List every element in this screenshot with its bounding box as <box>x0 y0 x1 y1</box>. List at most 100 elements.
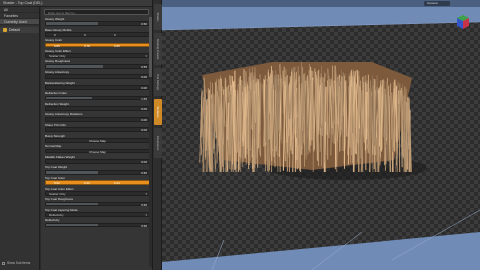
slider-fill <box>46 170 98 174</box>
tab-tool-settings-label: Tool Settings <box>156 73 160 91</box>
fur-patch <box>199 61 412 173</box>
slider-fill <box>46 202 98 206</box>
property-slider[interactable]: 0.00 <box>45 106 150 111</box>
3d-viewport[interactable]: Camera <box>162 0 480 270</box>
slider-value: 0.50 <box>141 202 147 207</box>
chevron-down-icon: ▾ <box>145 213 147 218</box>
property-slider[interactable]: 0.50 <box>45 169 150 175</box>
fur-strand <box>320 77 322 125</box>
tab-shader-label: Shader <box>156 12 160 22</box>
slider-value: 0.50 <box>141 22 147 27</box>
fur-strand <box>300 83 304 131</box>
property-label: Top Coat Roughness <box>45 197 74 202</box>
fur-strand <box>378 88 381 147</box>
property-row: Glossy Color Effect Scatter Only ▾ <box>41 49 152 60</box>
property-row: Normal Map Choose Map <box>41 144 152 155</box>
property-row: Bump Strength Choose Map <box>41 134 152 145</box>
property-slider[interactable]: 0.00 <box>45 159 150 164</box>
color-channel-value: 0.85 <box>54 43 60 48</box>
checkbox-icon[interactable] <box>2 261 5 265</box>
color-channel-value: 0.24 <box>114 181 120 186</box>
property-slider[interactable]: 0.50 <box>45 21 150 26</box>
tristate-value: 0 <box>54 33 56 37</box>
property-row: Refraction Index 1.55 <box>41 91 152 102</box>
fur-strand <box>344 90 346 169</box>
slider-fill <box>46 96 93 100</box>
window-title-bar: Shader - Top Coat (DEL) <box>0 0 152 7</box>
color-channel-value: 0.43 <box>84 181 90 186</box>
property-slider[interactable]: 0.00 <box>45 74 150 79</box>
fur-strand <box>321 82 324 137</box>
map-chooser-label: Choose Map <box>88 149 106 154</box>
dropdown-value: Scatter Only <box>49 191 66 196</box>
side-tab-strip: Shader Shading Presets Tool Settings Sur… <box>152 0 162 270</box>
property-row: Top Coat Layering Mode Reflectivity ▾ <box>41 208 152 219</box>
tristate-field[interactable]: 0 0 0 <box>45 32 150 37</box>
camera-label: Camera <box>427 1 438 5</box>
slider-fill <box>46 223 98 227</box>
slider-value: 0.00 <box>141 128 147 133</box>
property-row: Top Coat Weight 0.50 <box>41 165 152 176</box>
slider-value: 0.00 <box>141 117 147 122</box>
property-row: Reflectivity 0.50 <box>41 218 152 229</box>
camera-selector[interactable]: Camera <box>424 1 450 6</box>
fur-strand <box>209 81 212 149</box>
color-channel-value: 0.62 <box>54 181 60 186</box>
slider-fill <box>46 64 103 68</box>
property-dropdown[interactable]: Scatter Only ▾ <box>45 53 150 58</box>
color-swatch-field[interactable]: 0.62 0.43 0.24 <box>45 180 150 185</box>
tab-surfaces[interactable]: Surfaces <box>154 99 162 125</box>
color-channel-value: 0.78 <box>84 43 90 48</box>
tree-item-default[interactable]: Default <box>0 27 39 33</box>
property-slider[interactable]: 0.55 <box>45 63 150 69</box>
chevron-down-icon: ▾ <box>145 54 147 59</box>
property-row: Metallic Flakes Weight 0.00 <box>41 155 152 166</box>
fur-strand <box>267 78 270 140</box>
tab-surfaces-label: Surfaces <box>156 106 160 118</box>
window-title: Shader - Top Coat (DEL) <box>3 1 43 5</box>
tab-parameters[interactable]: Parameters <box>154 128 162 158</box>
property-slider[interactable]: 0.50 <box>45 201 150 207</box>
property-slider[interactable]: 1.55 <box>45 95 150 101</box>
map-chooser[interactable]: Choose Map <box>45 148 150 154</box>
filter-currently-used[interactable]: Currently Used <box>0 19 39 25</box>
slider-value: 0.50 <box>141 223 147 228</box>
tab-tool-settings[interactable]: Tool Settings <box>154 68 162 96</box>
tristate-value: 0 <box>114 33 116 37</box>
slider-value: 0.00 <box>141 75 147 80</box>
tab-shader[interactable]: Shader <box>154 4 162 30</box>
property-row: Glossy Anisotropy Rotations 0.00 <box>41 112 152 123</box>
left-panel: All Favorites Currently Used Default <box>0 7 40 270</box>
filter-search-input[interactable]: Enter text to filter by... <box>44 9 149 15</box>
properties-panel: Enter text to filter by... Glossy Weight… <box>41 7 152 270</box>
property-slider[interactable]: 0.00 <box>45 127 150 132</box>
show-sub-items-label: Show Sub Items <box>7 261 31 265</box>
property-row: Backscattering Weight 0.00 <box>41 81 152 92</box>
view-cube-icon[interactable] <box>456 14 470 30</box>
property-row: Top Coat Color Effect Scatter Only ▾ <box>41 187 152 198</box>
slider-fill <box>46 22 98 26</box>
property-row: Refraction Weight 0.00 <box>41 102 152 113</box>
map-chooser[interactable]: Choose Map <box>45 137 150 143</box>
property-slider[interactable]: 0.00 <box>45 84 150 90</box>
property-dropdown[interactable]: Scatter Only ▾ <box>45 190 150 196</box>
property-dropdown[interactable]: Reflectivity ▾ <box>45 212 150 217</box>
property-label: Glossy Color <box>45 38 63 43</box>
color-swatch-field[interactable]: 0.85 0.78 0.65 <box>45 42 150 48</box>
fur-strand <box>305 77 308 160</box>
dropdown-value: Scatter Only <box>49 54 66 59</box>
show-sub-items-toggle[interactable]: Show Sub Items <box>2 261 30 265</box>
viewport-scene <box>162 21 480 270</box>
property-list: Glossy Weight 0.50 Base Glossy Mobile 0 0 0 Gl… <box>41 17 152 229</box>
tab-shading-presets-label: Shading Presets <box>156 38 160 60</box>
tab-parameters-label: Parameters <box>156 135 160 151</box>
map-chooser-label: Choose Map <box>88 138 106 143</box>
property-slider[interactable]: 0.50 <box>45 222 150 228</box>
dropdown-value: Reflectivity <box>49 213 64 218</box>
slider-value: 0.55 <box>141 64 147 69</box>
property-slider[interactable]: 0.00 <box>45 116 150 122</box>
tree-item-label: Default <box>9 28 20 32</box>
folder-icon <box>3 28 7 33</box>
property-row: Top Coat Roughness 0.50 <box>41 197 152 208</box>
tab-shading-presets[interactable]: Shading Presets <box>154 33 162 65</box>
